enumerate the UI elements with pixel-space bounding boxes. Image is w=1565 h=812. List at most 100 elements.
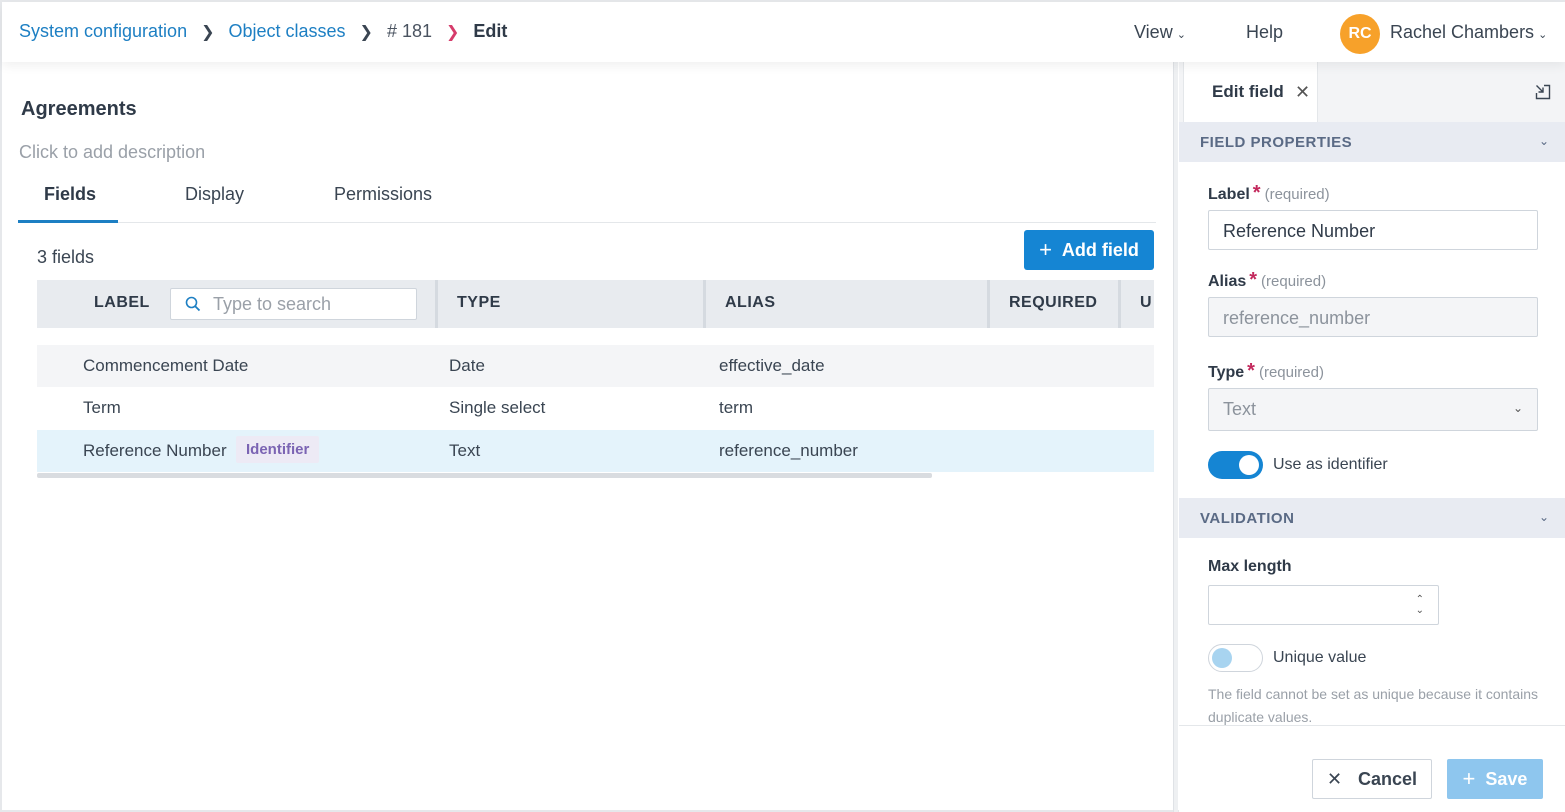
table-row[interactable]: Term Single select term [37, 387, 1154, 429]
column-header-alias[interactable]: ALIAS [725, 294, 776, 312]
table-row[interactable]: Commencement Date Date effective_date [37, 345, 1154, 387]
identifier-toggle-label: Use as identifier [1273, 456, 1388, 473]
column-header-label[interactable]: LABEL [94, 294, 150, 312]
field-count: 3 fields [37, 247, 95, 267]
unique-hint: The field cannot be set as unique becaus… [1208, 686, 1538, 725]
tab-permissions[interactable]: Permissions [334, 184, 432, 205]
section-heading: VALIDATION [1200, 510, 1295, 527]
validation-section[interactable]: VALIDATION ⌄ [1179, 498, 1565, 538]
breadcrumb-separator-icon: ❯ [201, 23, 215, 41]
column-header-required[interactable]: REQUIRED [1009, 294, 1097, 312]
label-field-label: Label * (required) [1208, 182, 1330, 205]
breadcrumb-system-configuration[interactable]: System configuration [19, 21, 187, 42]
tab-bar: Fields Display Permissions [18, 180, 1156, 223]
identifier-badge: Identifier [236, 436, 320, 463]
label-input[interactable]: Reference Number [1208, 210, 1538, 250]
required-star-icon: * [1249, 269, 1258, 291]
column-resize-handle[interactable] [1118, 280, 1121, 328]
add-field-label: Add field [1061, 239, 1139, 260]
panel-tab-bar: Edit field ✕ [1179, 62, 1565, 122]
column-resize-handle[interactable] [987, 280, 990, 328]
popout-icon[interactable] [1535, 84, 1551, 100]
search-input-wrapper[interactable] [170, 288, 417, 320]
close-icon[interactable]: ✕ [1295, 82, 1310, 103]
required-hint: (required) [1261, 273, 1327, 290]
cancel-label: Cancel [1358, 768, 1418, 789]
chevron-down-icon: ⌄ [1538, 510, 1549, 524]
panel-tab-label: Edit field [1212, 82, 1284, 101]
alias-field-text: Alias [1208, 273, 1247, 290]
view-menu[interactable]: View ⌄ [1134, 22, 1186, 43]
stepper-arrows-icon[interactable]: ⌃ ⌄ [1416, 594, 1424, 616]
breadcrumb-separator-icon: ❯ [359, 23, 373, 41]
toggle-knob [1212, 648, 1232, 668]
cell-alias: term [719, 398, 753, 417]
view-menu-label: View [1134, 22, 1173, 42]
breadcrumb-record-id: # 181 [386, 21, 432, 41]
cell-alias: effective_date [719, 356, 825, 375]
type-select: Text ⌄ [1208, 388, 1538, 431]
cell-type: Single select [449, 398, 546, 417]
type-field-text: Type [1208, 364, 1245, 381]
unique-toggle-label: Unique value [1273, 649, 1367, 666]
page-title: Agreements [21, 98, 137, 120]
column-resize-handle[interactable] [435, 280, 438, 328]
top-bar: System configuration ❯ Object classes ❯ … [2, 2, 1565, 62]
plus-icon: + [1462, 766, 1476, 791]
tab-fields[interactable]: Fields [44, 184, 96, 205]
unique-toggle[interactable] [1208, 644, 1263, 672]
cell-label: Reference Number [83, 441, 227, 460]
plus-icon: + [1039, 237, 1052, 262]
column-resize-handle[interactable] [703, 280, 706, 328]
cell-type: Text [449, 441, 481, 460]
column-header-unique[interactable]: U [1140, 294, 1152, 312]
chevron-down-icon: ⌄ [1176, 29, 1186, 41]
required-star-icon: * [1252, 182, 1261, 204]
tab-display[interactable]: Display [185, 184, 244, 205]
panel-footer-divider [1179, 725, 1565, 726]
cell-label: Commencement Date [83, 356, 249, 375]
tab-edit-field[interactable]: Edit field ✕ [1183, 62, 1318, 122]
cell-label: Term [83, 398, 121, 417]
table-row-selected[interactable]: Reference Number Identifier Text referen… [37, 430, 1154, 472]
type-select-value: Text [1223, 399, 1257, 419]
table-header: LABEL TYPE ALIAS REQUIRED U [37, 280, 1154, 328]
breadcrumb: System configuration ❯ Object classes ❯ … [19, 21, 507, 42]
main-content: Agreements Click to add description Fiel… [2, 62, 1174, 812]
alias-field-label: Alias * (required) [1208, 269, 1326, 292]
section-heading: FIELD PROPERTIES [1200, 134, 1353, 151]
search-icon [185, 296, 201, 312]
save-label: Save [1485, 768, 1528, 789]
avatar[interactable]: RC [1340, 14, 1380, 54]
required-hint: (required) [1264, 186, 1330, 203]
horizontal-scrollbar[interactable] [37, 473, 932, 478]
label-field-text: Label [1208, 186, 1250, 203]
chevron-down-icon: ⌄ [1538, 29, 1548, 41]
identifier-toggle[interactable] [1208, 451, 1263, 479]
search-input[interactable] [213, 293, 403, 315]
max-length-stepper[interactable]: ⌃ ⌄ [1208, 585, 1439, 625]
breadcrumb-object-classes[interactable]: Object classes [229, 21, 346, 42]
cancel-button[interactable]: ✕ Cancel [1312, 759, 1432, 799]
cell-type: Date [449, 356, 485, 375]
required-hint: (required) [1258, 364, 1324, 381]
column-header-type[interactable]: TYPE [457, 294, 501, 312]
toggle-knob [1239, 455, 1259, 475]
active-tab-indicator [18, 220, 118, 223]
cell-alias: reference_number [719, 441, 858, 460]
type-field-label: Type * (required) [1208, 360, 1324, 383]
alias-input: reference_number [1208, 297, 1538, 337]
save-button[interactable]: + Save [1447, 759, 1543, 799]
add-field-button[interactable]: + Add field [1024, 230, 1154, 270]
field-properties-section[interactable]: FIELD PROPERTIES ⌄ [1179, 122, 1565, 162]
breadcrumb-current: Edit [473, 21, 508, 41]
breadcrumb-separator-icon: ❯ [446, 23, 460, 41]
required-star-icon: * [1247, 360, 1255, 382]
help-link[interactable]: Help [1246, 22, 1283, 43]
max-length-label: Max length [1208, 558, 1292, 575]
user-name: Rachel Chambers [1390, 22, 1535, 42]
chevron-down-icon: ⌄ [1538, 134, 1549, 148]
user-menu[interactable]: Rachel Chambers ⌄ [1390, 22, 1547, 43]
description-placeholder[interactable]: Click to add description [19, 142, 205, 163]
panel-splitter[interactable] [1173, 62, 1178, 812]
